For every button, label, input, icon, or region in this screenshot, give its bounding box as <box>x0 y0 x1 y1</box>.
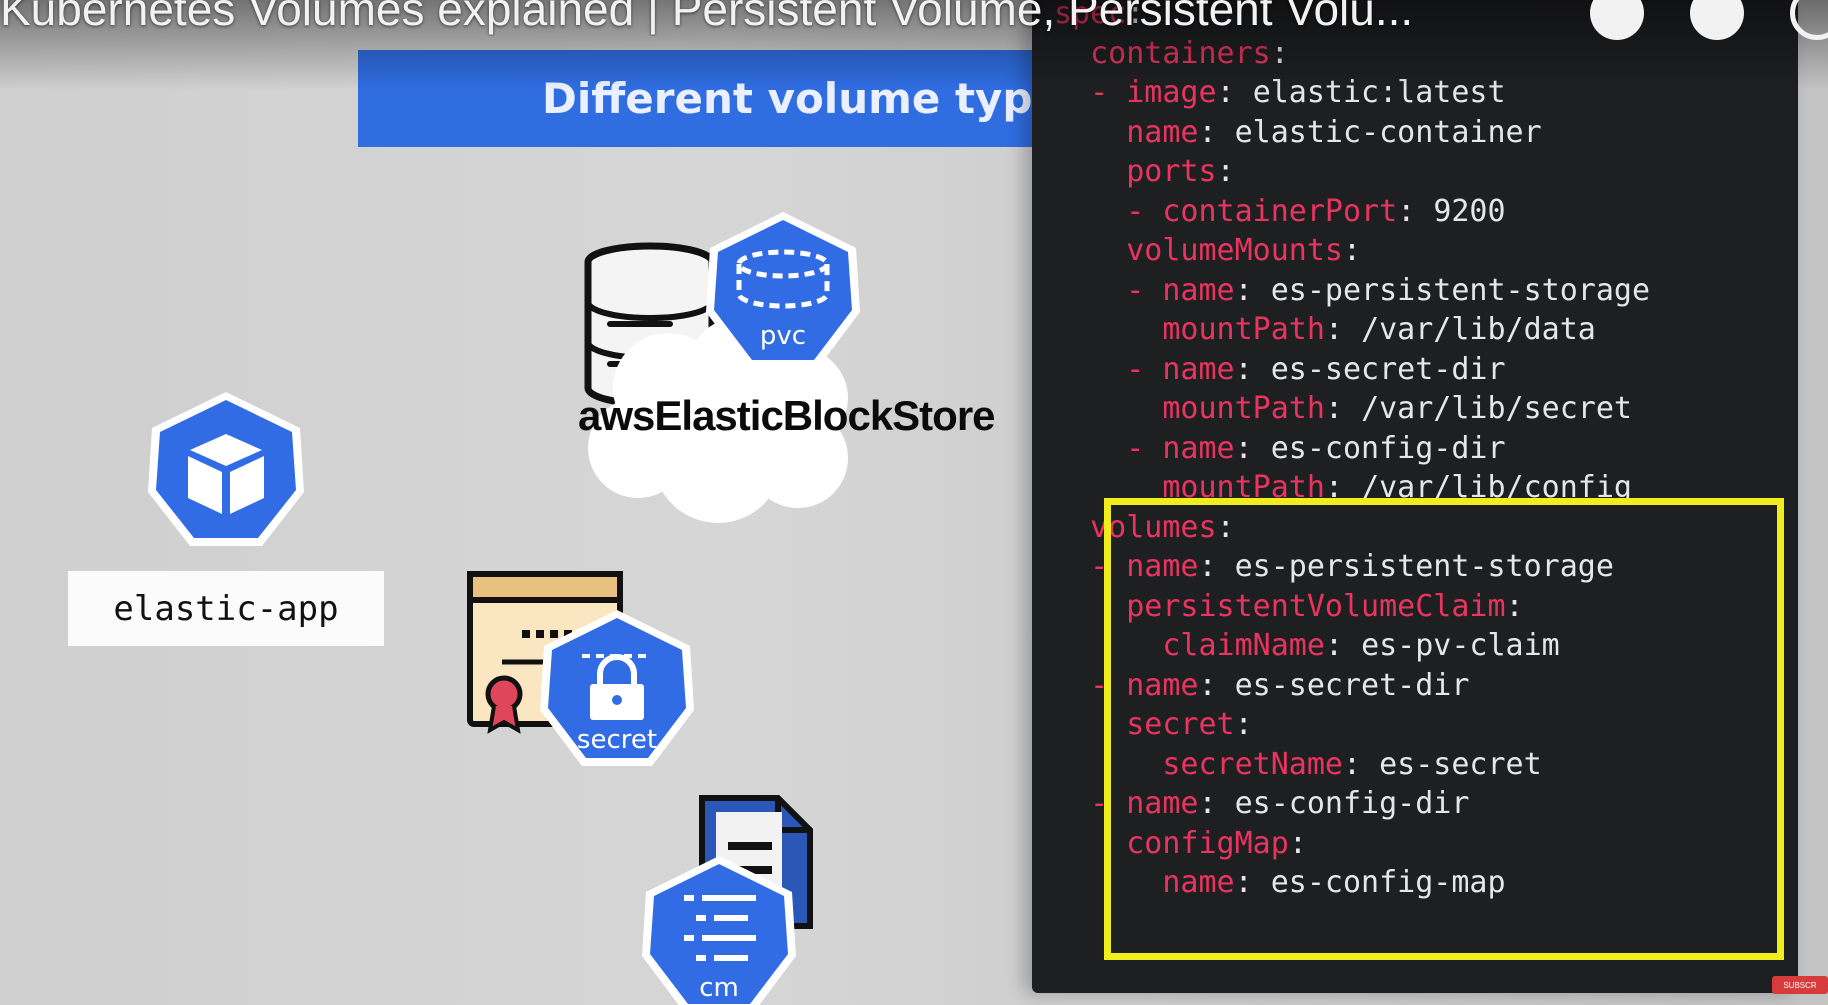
yaml-separator: : <box>1324 391 1362 426</box>
code-line: - image: elastic:latest <box>1054 73 1506 113</box>
code-indent: - <box>1054 75 1127 110</box>
code-line: mountPath: /var/lib/secret <box>1054 389 1632 429</box>
code-line: - name: es-config-dir <box>1054 429 1506 469</box>
cm-label: cm <box>699 973 739 1003</box>
top-controls <box>1528 0 1828 40</box>
yaml-key: containers <box>1090 35 1271 71</box>
code-indent: - <box>1054 193 1163 229</box>
code-line: name: elastic-container <box>1054 113 1542 153</box>
code-line: volumeMounts: <box>1054 231 1361 271</box>
slide-banner-title: Different volume types <box>542 74 1086 123</box>
yaml-value: 9200 <box>1433 193 1506 229</box>
subscribe-badge[interactable]: SUBSCR <box>1772 976 1828 994</box>
code-indent: - <box>1054 430 1163 466</box>
yaml-separator: : <box>1234 351 1271 387</box>
yaml-key: containerPort <box>1162 193 1398 229</box>
yaml-key: ports <box>1126 154 1217 189</box>
share-icon[interactable] <box>1790 0 1828 40</box>
yaml-value: /var/lib/secret <box>1361 391 1632 426</box>
yaml-key: volumeMounts <box>1126 233 1343 268</box>
slide-banner: Different volume types <box>358 50 1098 147</box>
yaml-key: name <box>1162 351 1235 387</box>
code-line: ports: <box>1054 152 1235 192</box>
yaml-value: elastic:latest <box>1252 75 1506 110</box>
yaml-key: image <box>1126 75 1217 110</box>
code-line: mountPath: /var/lib/data <box>1054 310 1596 350</box>
code-line: - name: es-secret-dir <box>1054 350 1506 390</box>
elastic-app-label: elastic-app <box>68 571 384 646</box>
yaml-key: name <box>1126 114 1199 150</box>
yaml-separator: : <box>1343 233 1362 268</box>
code-line: - name: es-persistent-storage <box>1054 271 1650 311</box>
secret-icon: secret <box>540 610 694 766</box>
yaml-key: mountPath <box>1162 391 1325 426</box>
yaml-key: name <box>1162 272 1235 308</box>
aws-ebs-label: awsElasticBlockStore <box>578 392 996 439</box>
video-title[interactable]: Kubernetes Volumes explained | Persisten… <box>0 0 1560 36</box>
channel-avatar-icon[interactable] <box>1590 0 1644 40</box>
yaml-separator: : <box>1270 35 1289 71</box>
yaml-key: name <box>1162 430 1235 466</box>
yaml-value: es-secret-dir <box>1270 351 1506 387</box>
volumes-highlight-box <box>1104 498 1784 960</box>
yaml-value: elastic-container <box>1234 114 1542 150</box>
yaml-separator: : <box>1216 75 1253 110</box>
video-frame[interactable]: Different volume types elastic-app pvc a… <box>0 0 1828 1005</box>
code-indent: - <box>1054 272 1163 308</box>
yaml-key: mountPath <box>1162 312 1325 347</box>
code-line: - containerPort: 9200 <box>1054 192 1506 232</box>
code-indent: - <box>1054 351 1163 387</box>
pvc-label: pvc <box>760 321 806 351</box>
pvc-icon: pvc <box>706 212 860 368</box>
yaml-separator: : <box>1234 272 1271 308</box>
yaml-separator: : <box>1234 430 1271 466</box>
yaml-separator: : <box>1198 114 1235 150</box>
watch-later-icon[interactable] <box>1690 0 1744 40</box>
yaml-value: /var/lib/data <box>1361 312 1596 347</box>
yaml-value: es-persistent-storage <box>1270 272 1651 308</box>
secret-label: secret <box>577 725 657 755</box>
pod-icon <box>148 392 304 546</box>
configmap-icon: cm <box>642 856 796 1005</box>
yaml-separator: : <box>1397 193 1434 229</box>
yaml-separator: : <box>1216 154 1235 189</box>
yaml-value: es-config-dir <box>1270 430 1506 466</box>
code-line: containers: <box>1054 34 1289 74</box>
yaml-separator: : <box>1324 312 1362 347</box>
